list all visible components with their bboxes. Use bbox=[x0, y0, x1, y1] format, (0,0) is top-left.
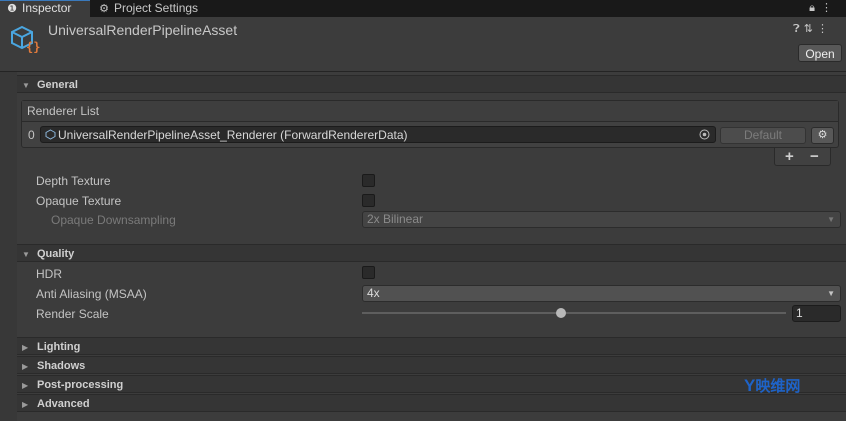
info-icon: ❶ bbox=[7, 3, 17, 15]
renderer-list-header: Renderer List bbox=[22, 101, 838, 122]
presets-icon[interactable]: ⇅ bbox=[804, 23, 817, 35]
remove-renderer-button[interactable]: − bbox=[810, 148, 819, 165]
tab-bar-controls: 🔒︎⋮ bbox=[809, 1, 838, 16]
default-button[interactable]: Default bbox=[720, 127, 806, 144]
anti-aliasing-label: Anti Aliasing (MSAA) bbox=[36, 287, 147, 301]
section-advanced[interactable]: ▶ Advanced bbox=[17, 394, 846, 412]
kebab-menu-icon[interactable]: ⋮ bbox=[821, 2, 838, 14]
section-post-processing[interactable]: ▶ Post-processing bbox=[17, 375, 846, 393]
dropdown-arrow-icon: ▼ bbox=[827, 215, 835, 224]
watermark-y: Y bbox=[744, 376, 756, 395]
asset-title: UniversalRenderPipelineAsset bbox=[48, 22, 238, 38]
help-icon[interactable]: ❓︎ bbox=[793, 23, 804, 35]
add-renderer-button[interactable]: + bbox=[785, 148, 794, 165]
watermark-text: 映维网 bbox=[755, 378, 801, 395]
opaque-downsampling-dropdown[interactable]: 2x Bilinear ▼ bbox=[362, 211, 841, 228]
section-lighting-label: Lighting bbox=[37, 341, 81, 353]
renderer-object-value: UniversalRenderPipelineAsset_Renderer (F… bbox=[58, 128, 408, 142]
section-general-label: General bbox=[37, 79, 78, 91]
depth-texture-label: Depth Texture bbox=[36, 174, 111, 188]
watermark: Y映维网 bbox=[744, 375, 800, 396]
anti-aliasing-value: 4x bbox=[367, 286, 380, 300]
section-shadows-label: Shadows bbox=[37, 360, 86, 372]
section-quality-label: Quality bbox=[37, 248, 75, 260]
opaque-texture-label: Opaque Texture bbox=[36, 194, 122, 208]
dropdown-arrow-icon: ▼ bbox=[827, 289, 835, 298]
section-quality[interactable]: ▼ Quality bbox=[17, 244, 846, 262]
collapsed-triangle-icon: ▶ bbox=[22, 343, 29, 352]
section-general[interactable]: ▼ General bbox=[17, 75, 846, 93]
section-lighting[interactable]: ▶ Lighting bbox=[17, 337, 846, 355]
collapsed-triangle-icon: ▶ bbox=[22, 400, 29, 409]
gear-icon: ⚙ bbox=[817, 129, 828, 141]
opaque-downsampling-label: Opaque Downsampling bbox=[51, 213, 176, 227]
hdr-checkbox[interactable] bbox=[362, 266, 375, 279]
tab-project-settings-label: Project Settings bbox=[114, 1, 199, 15]
open-button[interactable]: Open bbox=[798, 44, 842, 62]
render-scale-label: Render Scale bbox=[36, 307, 109, 321]
expanded-triangle-icon: ▼ bbox=[22, 81, 30, 90]
section-advanced-label: Advanced bbox=[37, 398, 90, 410]
object-picker-icon[interactable] bbox=[699, 129, 710, 140]
renderer-asset-icon bbox=[45, 129, 56, 140]
renderer-list-title: Renderer List bbox=[27, 104, 100, 118]
expanded-triangle-icon: ▼ bbox=[22, 250, 30, 259]
section-post-processing-label: Post-processing bbox=[37, 379, 124, 391]
add-remove-footer bbox=[774, 148, 831, 166]
section-shadows[interactable]: ▶ Shadows bbox=[17, 356, 846, 374]
collapsed-triangle-icon: ▶ bbox=[22, 381, 29, 390]
collapsed-triangle-icon: ▶ bbox=[22, 362, 29, 371]
renderer-index: 0 bbox=[28, 128, 35, 142]
render-scale-input[interactable]: 1 bbox=[792, 305, 841, 322]
hdr-label: HDR bbox=[36, 267, 62, 281]
lock-icon[interactable]: 🔒︎ bbox=[809, 2, 821, 14]
tab-inspector[interactable]: ❶ Inspector bbox=[0, 0, 90, 17]
urp-asset-icon: {} bbox=[11, 25, 40, 54]
opaque-downsampling-value: 2x Bilinear bbox=[367, 212, 424, 226]
header-icons: ❓︎⇅⋮ bbox=[793, 22, 832, 36]
svg-text:{}: {} bbox=[26, 40, 40, 54]
tab-inspector-label: Inspector bbox=[22, 1, 72, 15]
more-icon[interactable]: ⋮ bbox=[817, 23, 832, 35]
tab-project-settings[interactable]: ⚙ Project Settings bbox=[92, 0, 220, 17]
renderer-settings-button[interactable]: ⚙ bbox=[811, 127, 834, 144]
depth-texture-checkbox[interactable] bbox=[362, 174, 375, 187]
opaque-texture-checkbox[interactable] bbox=[362, 194, 375, 207]
gear-icon: ⚙ bbox=[99, 3, 109, 15]
anti-aliasing-dropdown[interactable]: 4x ▼ bbox=[362, 285, 841, 302]
render-scale-slider-track[interactable] bbox=[362, 312, 786, 314]
